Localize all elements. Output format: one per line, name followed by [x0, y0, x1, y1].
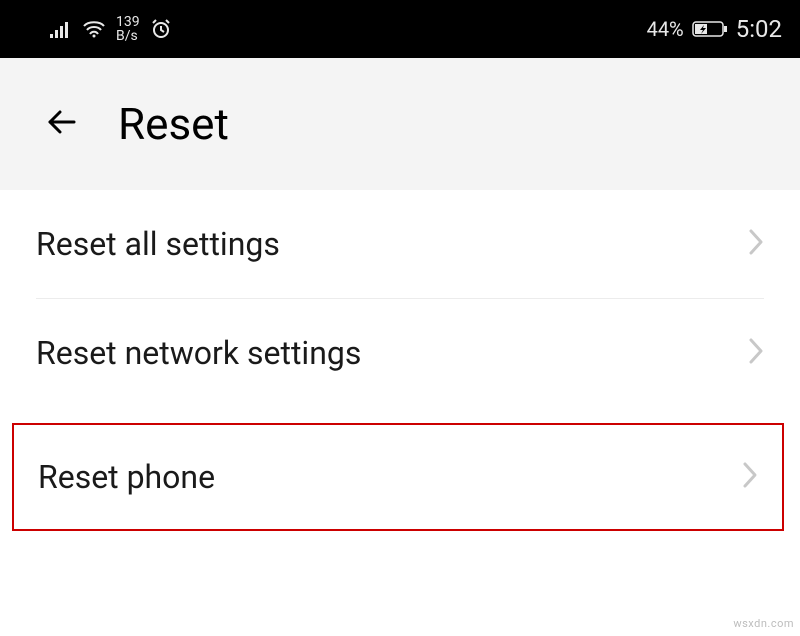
status-bar: 139 B/s 44% 5:02: [0, 0, 800, 58]
alarm-icon: [150, 18, 172, 40]
network-speed-unit: B/s: [116, 29, 138, 43]
chevron-right-icon: [748, 337, 764, 369]
watermark: wsxdn.com: [733, 617, 794, 630]
settings-list: Reset all settings Reset network setting…: [0, 190, 800, 531]
list-item-reset-phone[interactable]: Reset phone: [12, 423, 784, 531]
clock-time: 5:02: [736, 15, 782, 43]
battery-icon: [692, 20, 728, 38]
wifi-icon: [82, 20, 106, 38]
cellular-signal-icon: [50, 20, 72, 38]
page-title: Reset: [118, 98, 229, 150]
chevron-right-icon: [742, 461, 758, 493]
battery-percent: 44%: [647, 17, 684, 41]
back-button[interactable]: [40, 102, 84, 146]
list-item-reset-network-settings[interactable]: Reset network settings: [0, 299, 800, 407]
list-item-label: Reset phone: [38, 458, 215, 496]
chevron-right-icon: [748, 228, 764, 260]
spacer: [0, 407, 800, 423]
page-header: Reset: [0, 58, 800, 190]
list-item-label: Reset all settings: [36, 225, 280, 263]
arrow-left-icon: [42, 102, 82, 146]
status-right-group: 44% 5:02: [647, 15, 782, 43]
status-left-group: 139 B/s: [50, 15, 172, 43]
list-item-label: Reset network settings: [36, 334, 361, 372]
network-speed-value: 139: [116, 15, 140, 29]
list-item-reset-all-settings[interactable]: Reset all settings: [0, 190, 800, 298]
network-speed: 139 B/s: [116, 15, 140, 43]
